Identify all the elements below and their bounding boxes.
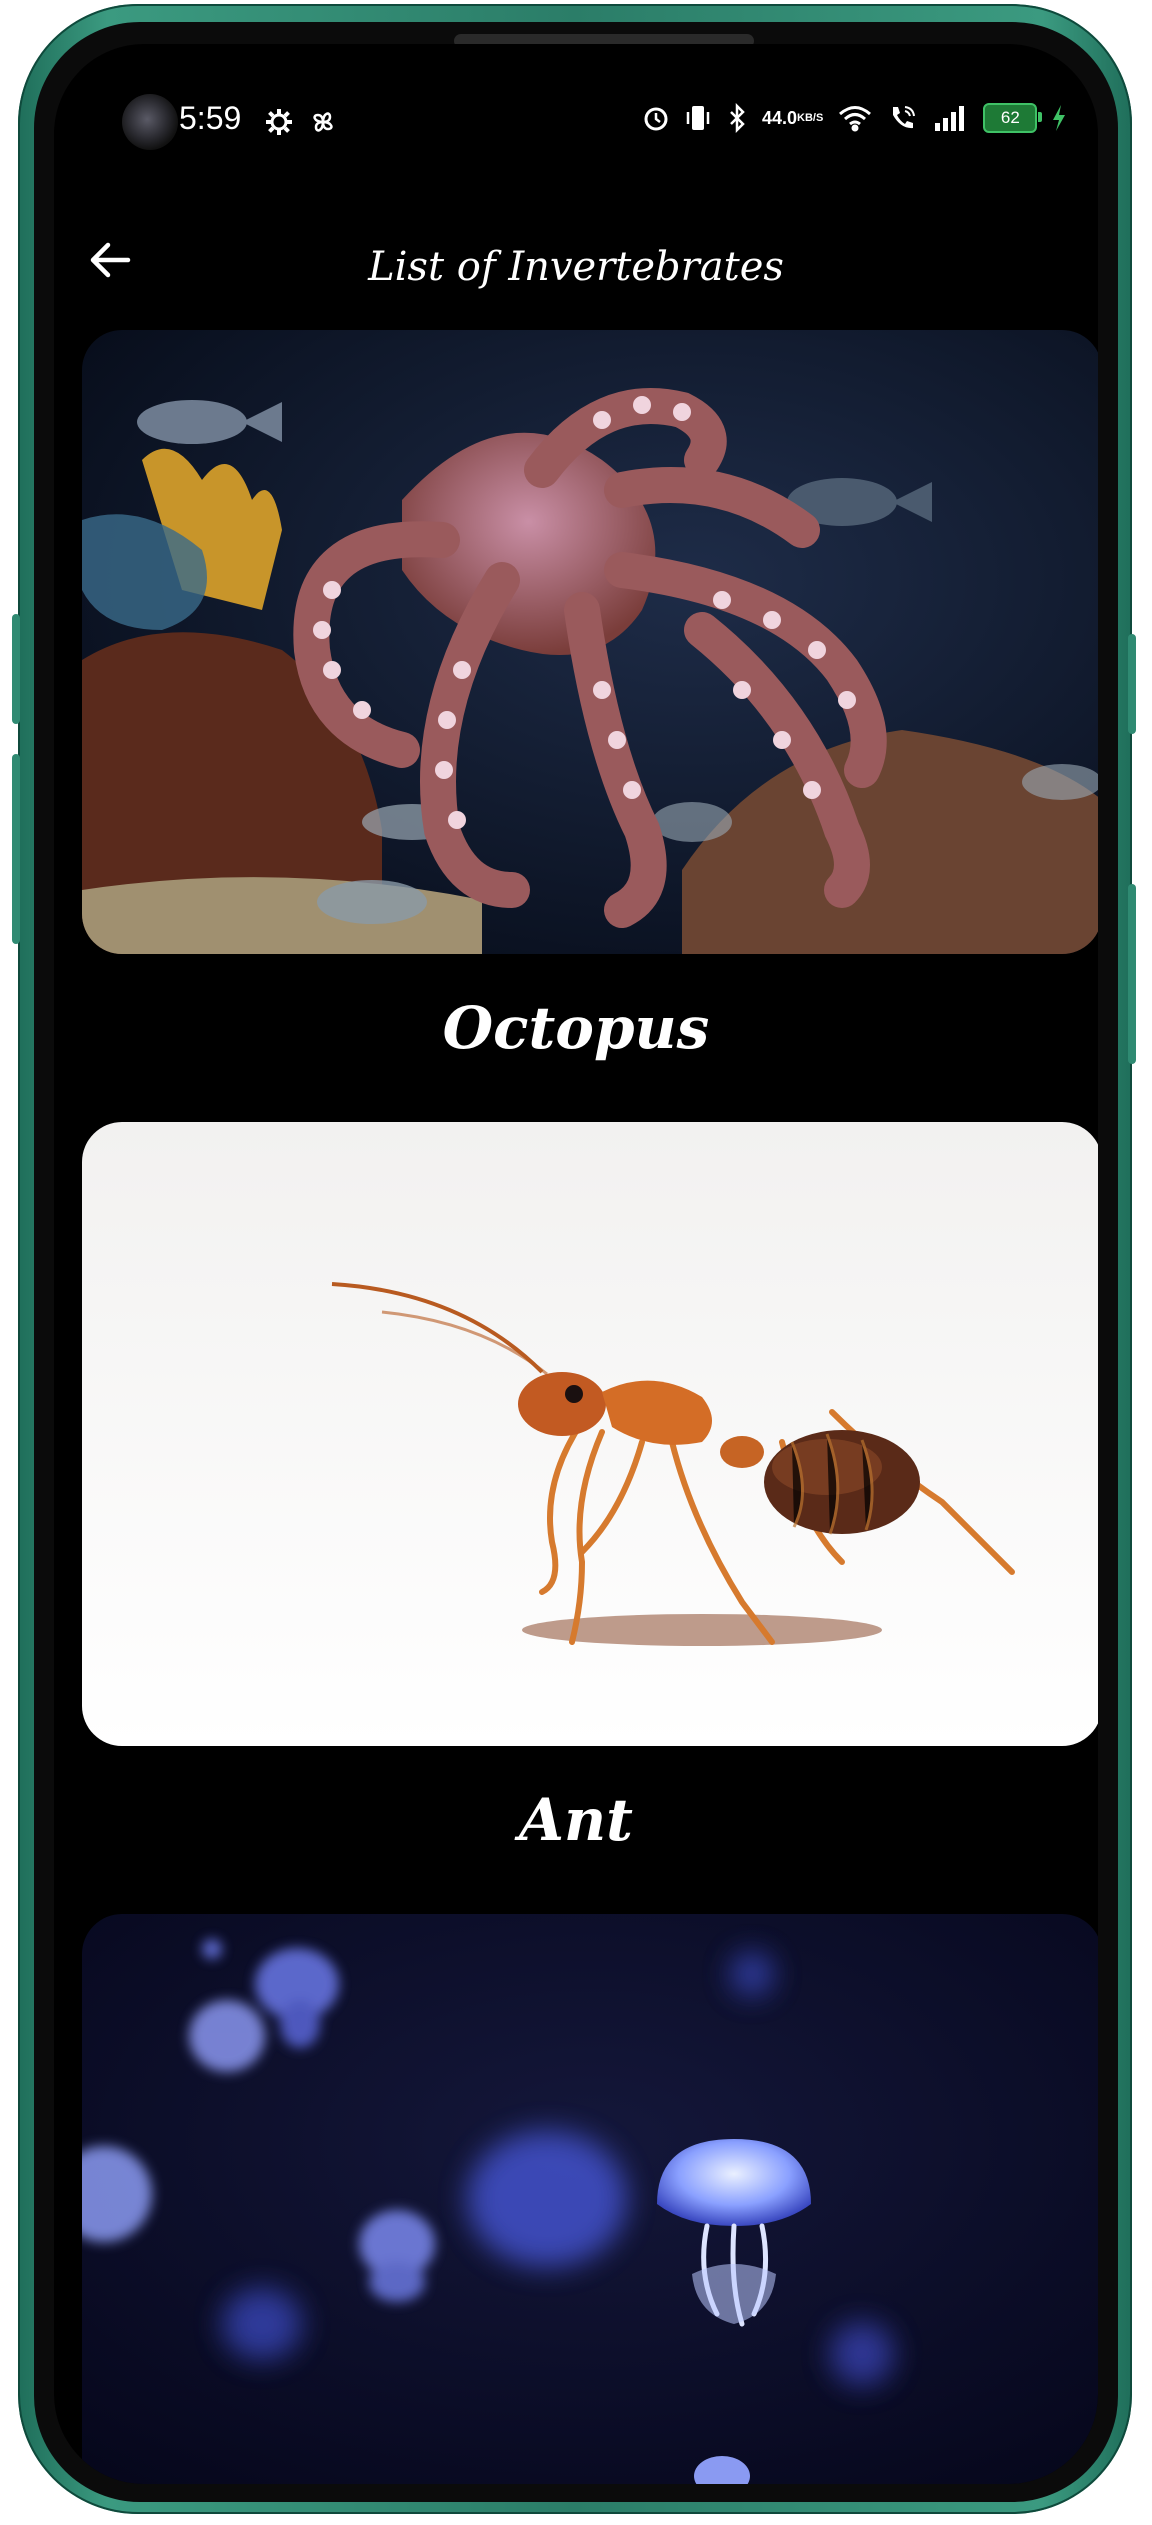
bluetooth-icon [726, 100, 748, 136]
power-button [1128, 884, 1136, 1064]
pinwheel-icon [308, 104, 338, 140]
list-item-ant-image[interactable] [82, 1122, 1098, 1746]
list-item-jellyfish-image[interactable] [82, 1914, 1098, 2484]
screen: 5:59 44.0 KB/S 62 List of Invertebrates … [54, 44, 1098, 2484]
battery-icon: 62 [983, 103, 1043, 133]
network-speed: 44.0 KB/S [762, 108, 824, 128]
list-item-label[interactable]: Ant [54, 1786, 1098, 1854]
wifi-icon [837, 100, 873, 136]
alarm-icon [642, 100, 670, 136]
settings-icon [264, 104, 294, 140]
volume-button [12, 614, 20, 724]
jellyfish-image [82, 1914, 1098, 2484]
page-title: List of Invertebrates [368, 244, 784, 290]
front-camera [122, 94, 178, 150]
status-bar: 5:59 44.0 KB/S 62 [54, 44, 1098, 204]
status-time: 5:59 [179, 100, 242, 136]
list-item-label[interactable]: Octopus [54, 994, 1098, 1062]
volte-call-icon [887, 100, 919, 136]
signal-icon [933, 100, 969, 136]
app-bar: List of Invertebrates [54, 204, 1098, 314]
octopus-image [82, 330, 1098, 954]
vibrate-icon [684, 100, 712, 136]
ant-image [82, 1122, 1098, 1746]
charging-icon [1051, 100, 1067, 136]
volume-rocker [12, 754, 20, 944]
list-item-octopus-image[interactable] [82, 330, 1098, 954]
alert-slider [1128, 634, 1136, 734]
